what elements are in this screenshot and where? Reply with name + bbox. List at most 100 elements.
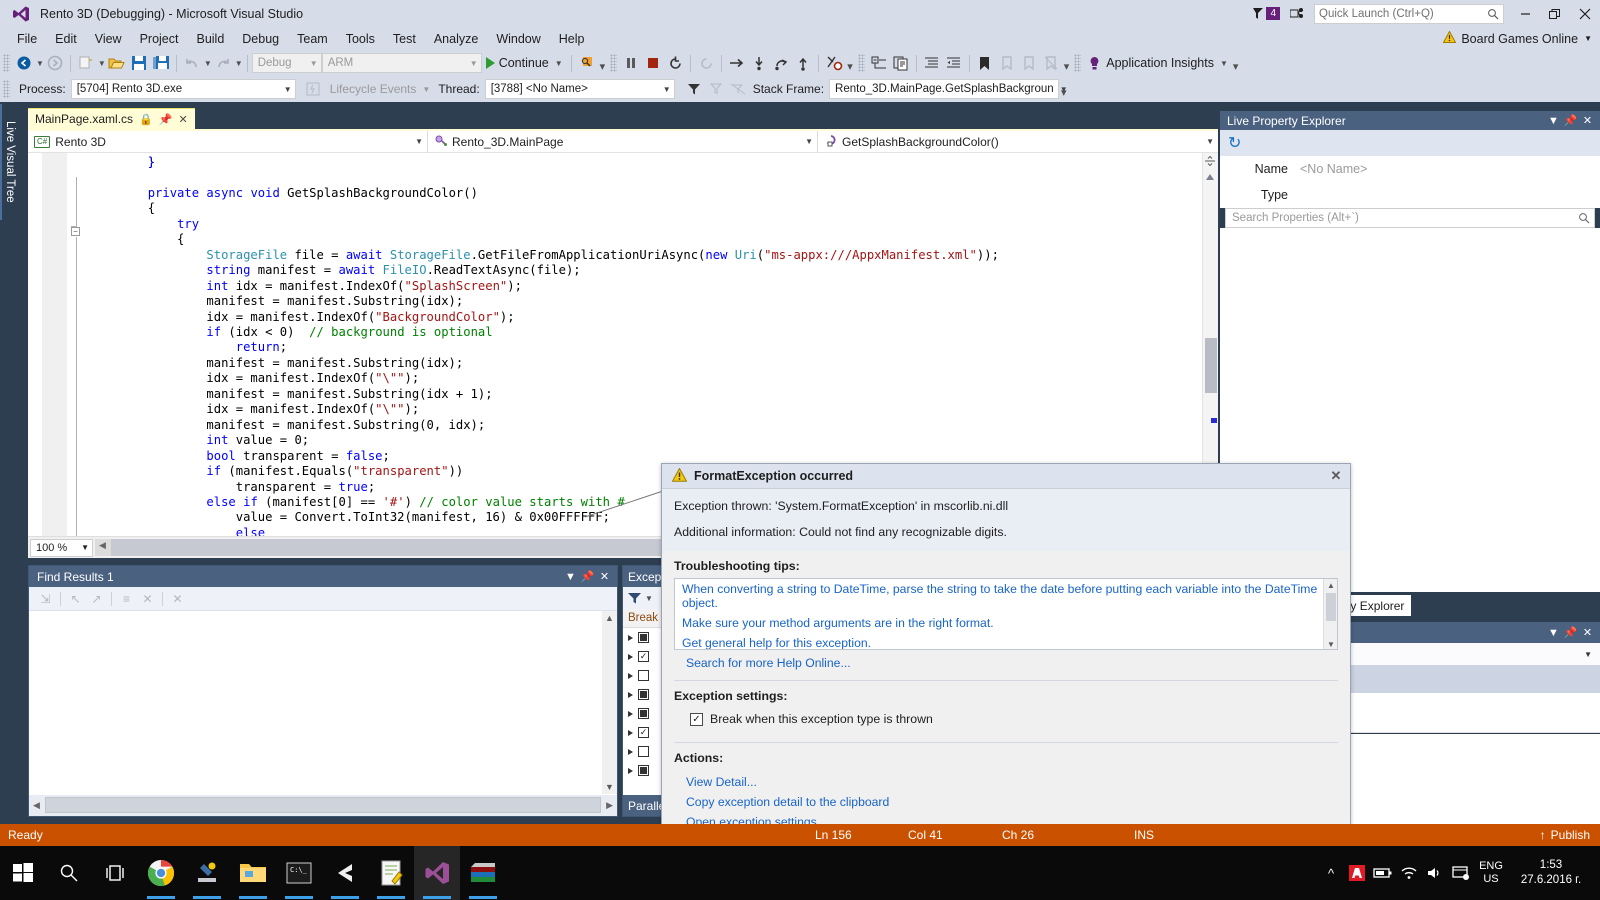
battery-icon[interactable]: [1370, 846, 1396, 900]
restore-button[interactable]: [1540, 0, 1570, 27]
adobe-icon[interactable]: [1344, 846, 1370, 900]
toolbar-grip[interactable]: [3, 54, 10, 72]
scroll-left-arrow-icon[interactable]: ◀: [99, 540, 106, 551]
menu-view[interactable]: View: [86, 30, 131, 48]
toolbar-grip[interactable]: [610, 54, 618, 72]
toolbar-overflow-button[interactable]: ▾: [1061, 86, 1067, 99]
toolbar-overflow-button[interactable]: ▾: [600, 60, 606, 73]
task-view-button[interactable]: [92, 846, 138, 900]
menu-help[interactable]: Help: [550, 30, 594, 48]
stack-frame-combo[interactable]: Rento_3D.MainPage.GetSplashBackgroun ▼: [829, 79, 1068, 99]
menu-project[interactable]: Project: [131, 30, 188, 48]
menu-team[interactable]: Team: [288, 30, 337, 48]
show-next-statement-button[interactable]: [726, 52, 748, 74]
expand-triangle-icon[interactable]: [628, 748, 633, 755]
find-results-horizontal-scrollbar[interactable]: ◀ ▶: [29, 795, 617, 816]
close-icon[interactable]: ✕: [1326, 466, 1346, 486]
exception-checkbox[interactable]: [638, 689, 649, 700]
document-tab-mainpage-xaml-cs[interactable]: MainPage.xaml.cs 🔒 📌 ✕: [28, 108, 195, 129]
chevron-down-icon[interactable]: ▼: [645, 594, 653, 603]
toggle-bookmark-button[interactable]: [974, 52, 996, 74]
find-results-list[interactable]: ▲ ▼: [29, 611, 617, 794]
taskbar-item-command-prompt[interactable]: C:\_: [276, 846, 322, 900]
send-feedback-button[interactable]: 4: [1251, 7, 1280, 21]
scroll-up-arrow-icon[interactable]: ▲: [1324, 579, 1337, 592]
expand-triangle-icon[interactable]: [628, 672, 633, 679]
filter-icon[interactable]: [627, 591, 642, 605]
open-file-button[interactable]: [106, 52, 128, 74]
save-all-button[interactable]: [150, 52, 172, 74]
pin-icon[interactable]: 📌: [579, 568, 596, 585]
process-combo[interactable]: [5704] Rento 3D.exe ▼: [70, 79, 296, 99]
expand-triangle-icon[interactable]: [628, 767, 633, 774]
chevron-down-icon[interactable]: ▼: [1584, 650, 1592, 659]
tips-vertical-scrollbar[interactable]: ▲ ▼: [1323, 579, 1337, 649]
view-detail-link[interactable]: View Detail...: [674, 770, 1338, 790]
nav-project-combo[interactable]: C# Rento 3D ▼: [28, 130, 428, 153]
search-button[interactable]: [46, 846, 92, 900]
menu-build[interactable]: Build: [187, 30, 233, 48]
toolbar-overflow-button[interactable]: ▾: [847, 60, 853, 73]
toggle-outlining-button[interactable]: [868, 52, 890, 74]
menu-debug[interactable]: Debug: [233, 30, 288, 48]
menu-window[interactable]: Window: [487, 30, 549, 48]
pin-icon[interactable]: 📌: [1562, 624, 1579, 641]
application-insights-button[interactable]: Application Insights ▼: [1084, 56, 1231, 71]
expand-triangle-icon[interactable]: [628, 653, 633, 660]
sidebar-item-live-visual-tree[interactable]: Live Visual Tree: [0, 104, 18, 220]
navigate-backward-button[interactable]: [13, 52, 35, 74]
save-button[interactable]: [128, 52, 150, 74]
close-icon[interactable]: ✕: [596, 568, 613, 585]
scroll-left-arrow-icon[interactable]: ◀: [33, 800, 40, 811]
show-hidden-icons-chevron-up-icon[interactable]: ^: [1318, 846, 1344, 900]
filter-threads-button[interactable]: [683, 78, 705, 100]
quick-launch-input[interactable]: Quick Launch (Ctrl+Q): [1314, 3, 1504, 24]
exception-checkbox[interactable]: [638, 746, 649, 757]
step-out-button[interactable]: [792, 52, 814, 74]
navigate-backward-chevron-down-icon[interactable]: ▼: [36, 59, 44, 68]
thread-combo[interactable]: [3788] <No Name> ▼: [484, 79, 675, 99]
continue-button[interactable]: Continue ▼: [482, 56, 567, 70]
clear-results-button[interactable]: ✕: [167, 589, 188, 609]
exception-checkbox[interactable]: [638, 632, 649, 643]
toolbar-overflow-button[interactable]: ▾: [1064, 60, 1070, 73]
scroll-right-arrow-icon[interactable]: ▶: [606, 800, 613, 811]
chevron-down-icon[interactable]: ▼: [1220, 59, 1228, 68]
go-to-location-button[interactable]: ⇲: [35, 589, 56, 609]
solution-platform-combo[interactable]: ARM ▼: [321, 53, 482, 73]
expand-triangle-icon[interactable]: [628, 710, 633, 717]
volume-icon[interactable]: [1422, 846, 1448, 900]
scrollbar-thumb[interactable]: [45, 797, 601, 813]
undo-chevron-down-icon[interactable]: ▼: [204, 59, 212, 68]
expand-triangle-icon[interactable]: [628, 729, 633, 736]
toolbar-overflow-button[interactable]: ▾: [1233, 60, 1239, 73]
toolbar-grip[interactable]: [857, 54, 865, 72]
expand-triangle-icon[interactable]: [628, 634, 633, 641]
continue-chevron-down-icon[interactable]: ▼: [555, 59, 563, 68]
close-icon[interactable]: ✕: [178, 113, 187, 126]
solution-config-combo[interactable]: Debug ▼: [251, 53, 322, 73]
clock[interactable]: 1:53 27.6.2016 г.: [1508, 858, 1594, 888]
scrollbar-thumb[interactable]: [1205, 338, 1217, 393]
attach-to-process-button[interactable]: [576, 52, 598, 74]
menu-file[interactable]: File: [8, 30, 46, 48]
restart-button[interactable]: [664, 52, 686, 74]
chevron-down-icon[interactable]: ▼: [562, 568, 579, 585]
stop-debugging-button[interactable]: [642, 52, 664, 74]
nav-type-combo[interactable]: Rento_3D.MainPage ▼: [428, 130, 818, 153]
scroll-up-arrow-icon[interactable]: ▲: [602, 611, 617, 625]
share-window-icon[interactable]: [1286, 3, 1308, 25]
menu-tools[interactable]: Tools: [337, 30, 384, 48]
menu-test[interactable]: Test: [384, 30, 425, 48]
close-icon[interactable]: ✕: [1579, 624, 1596, 641]
search-more-help-online-link[interactable]: Search for more Help Online...: [674, 650, 1338, 672]
step-into-button[interactable]: [748, 52, 770, 74]
wifi-icon[interactable]: [1396, 846, 1422, 900]
cancel-search-button[interactable]: ✕: [137, 589, 158, 609]
language-indicator[interactable]: ENG US: [1474, 860, 1508, 886]
break-when-thrown-row[interactable]: ✓ Break when this exception type is thro…: [674, 708, 1338, 734]
breakpoints-button[interactable]: [823, 52, 845, 74]
zoom-level-combo[interactable]: 100 % ▼: [30, 538, 93, 557]
comment-selection-button[interactable]: [890, 52, 912, 74]
publish-button[interactable]: ↑ Publish: [1540, 828, 1590, 842]
